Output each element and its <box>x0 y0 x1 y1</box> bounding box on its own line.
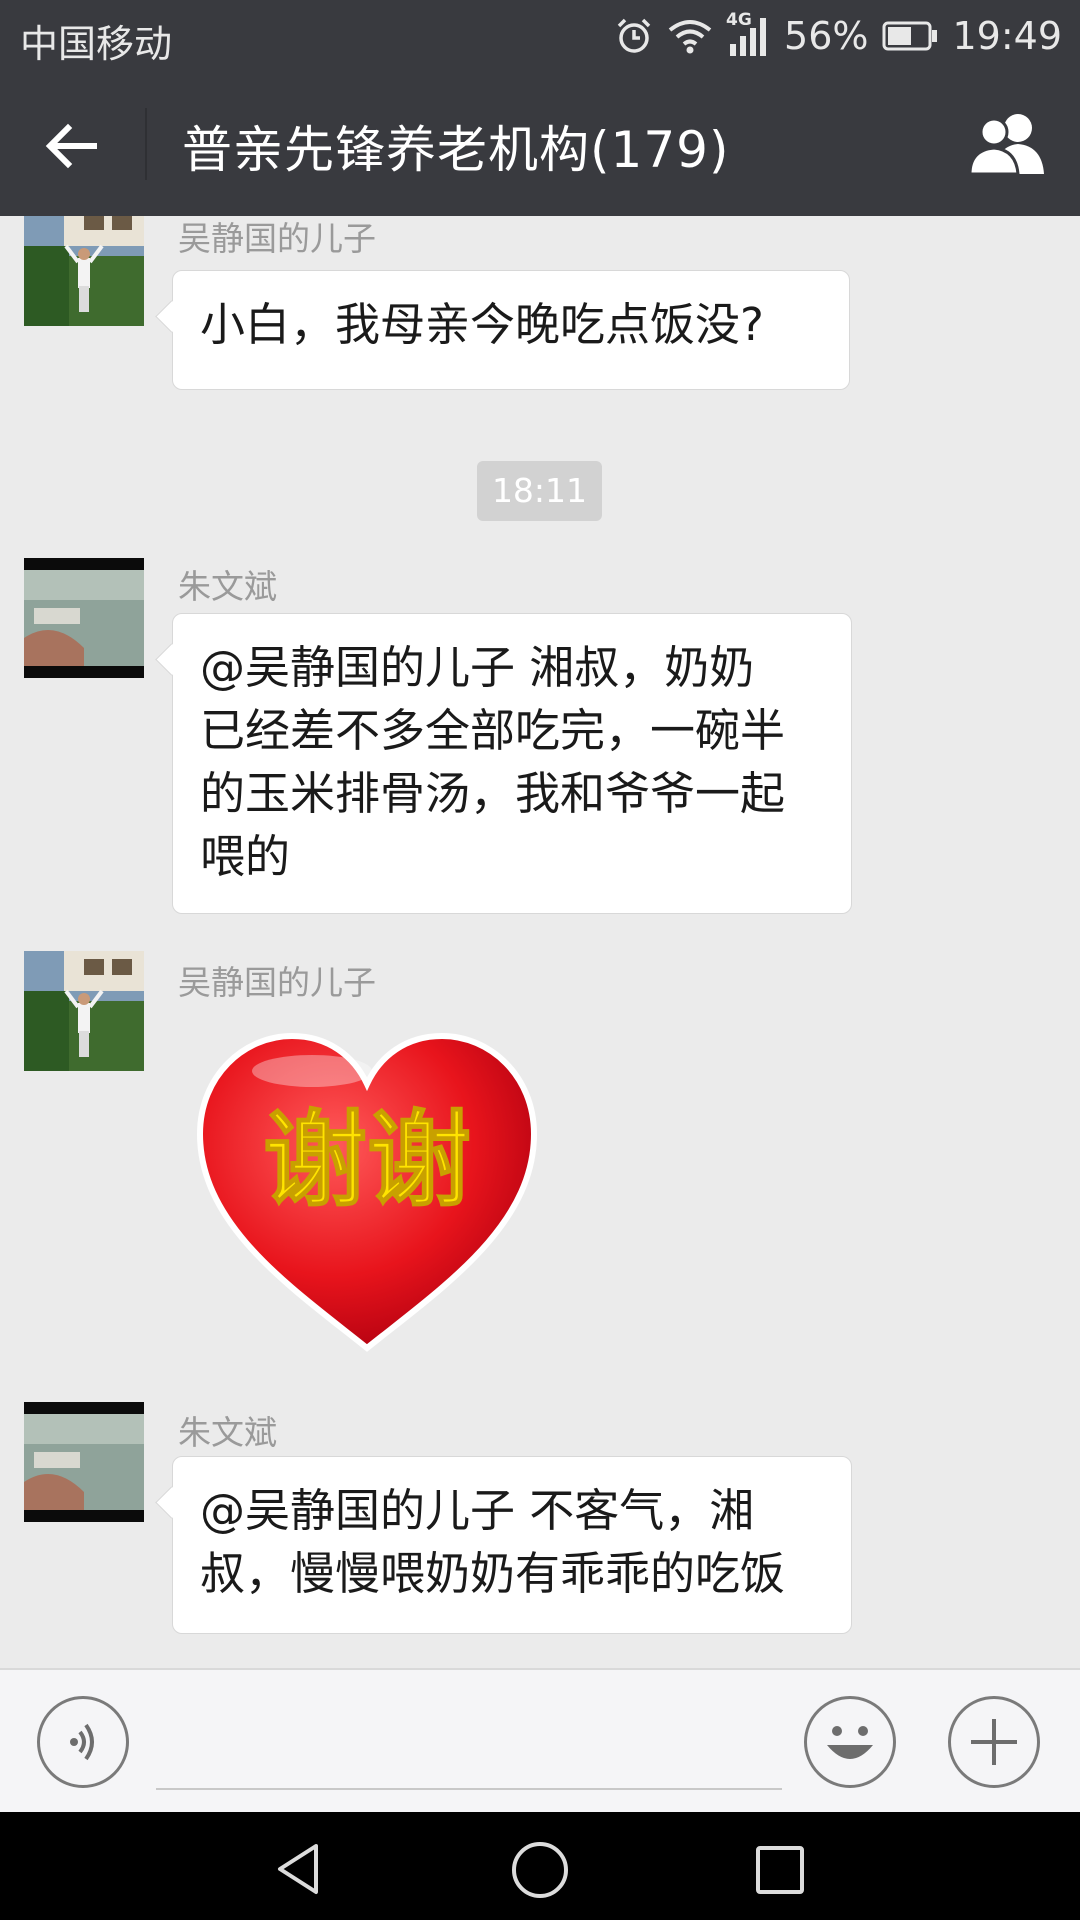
message-text: 小白，我母亲今晚吃点饭没? <box>200 298 764 351</box>
message-text-line: 叔，慢慢喂奶奶有乖乖的吃饭 <box>200 1547 786 1600</box>
carrier-name: 中国移动 <box>20 22 173 66</box>
avatar-zhu-wenbin[interactable] <box>24 1402 144 1522</box>
time-divider: 18:11 <box>477 461 602 521</box>
sender-name: 朱文斌 <box>178 1413 277 1452</box>
avatar-wu-son[interactable] <box>24 216 144 326</box>
nav-home-icon[interactable] <box>510 1840 570 1900</box>
chat-title: 普亲先锋养老机构(179) <box>182 121 730 179</box>
message-text-line: 已经差不多全部吃完，一碗半 <box>200 704 786 757</box>
sender-name: 吴静国的儿子 <box>178 219 376 258</box>
avatar-zhu-wenbin[interactable] <box>24 558 144 678</box>
sender-name: 吴静国的儿子 <box>178 963 376 1002</box>
message-bubble[interactable]: @吴静国的儿子 不客气，湘 叔，慢慢喂奶奶有乖乖的吃饭 <box>172 1456 852 1634</box>
avatar-wu-son[interactable] <box>24 951 144 1071</box>
group-members-icon[interactable] <box>966 112 1052 176</box>
message-input-bar <box>0 1668 1080 1814</box>
message-text-line: 喂的 <box>200 830 291 883</box>
nav-back-icon[interactable] <box>272 1842 326 1896</box>
sender-name: 朱文斌 <box>178 567 277 606</box>
battery-icon <box>882 21 938 51</box>
emoji-icon <box>827 1726 873 1759</box>
chat-message-list[interactable]: 吴静国的儿子 小白，我母亲今晚吃点饭没? 18:11 朱文斌 @吴静国的儿子 湘… <box>0 216 1080 1668</box>
status-bar: 中国移动 4G 56% 19:49 <box>0 0 1080 72</box>
message-bubble[interactable]: @吴静国的儿子 湘叔，奶奶 已经差不多全部吃完，一碗半 的玉米排骨汤，我和爷爷一… <box>172 613 852 914</box>
back-arrow-icon[interactable] <box>42 116 102 176</box>
alarm-icon <box>617 18 651 53</box>
plus-icon <box>971 1719 1017 1765</box>
more-options-button[interactable] <box>948 1696 1040 1788</box>
battery-percent: 56% <box>784 14 869 58</box>
voice-button[interactable] <box>37 1696 129 1788</box>
chat-header: 普亲先锋养老机构(179) <box>0 72 1080 216</box>
sticker-text: 谢谢 <box>263 1098 471 1221</box>
voice-icon <box>70 1723 94 1761</box>
status-icons: 4G 56% 19:49 <box>614 10 1062 62</box>
message-bubble[interactable]: 小白，我母亲今晚吃点饭没? <box>172 270 850 390</box>
heart-sticker[interactable]: 谢谢 <box>192 1026 542 1356</box>
text-input-field[interactable] <box>156 1788 782 1790</box>
wifi-icon <box>668 20 712 54</box>
system-nav-bar <box>0 1812 1080 1920</box>
header-divider <box>145 108 147 180</box>
status-time: 19:49 <box>952 14 1062 58</box>
signal-icon: 4G <box>726 10 770 58</box>
nav-recents-icon[interactable] <box>754 1844 806 1896</box>
message-text-line: 的玉米排骨汤，我和爷爷一起 <box>200 767 786 820</box>
emoji-button[interactable] <box>804 1696 896 1788</box>
message-text-line: @吴静国的儿子 不客气，湘 <box>200 1484 755 1537</box>
message-text-line: @吴静国的儿子 湘叔，奶奶 <box>200 641 755 694</box>
